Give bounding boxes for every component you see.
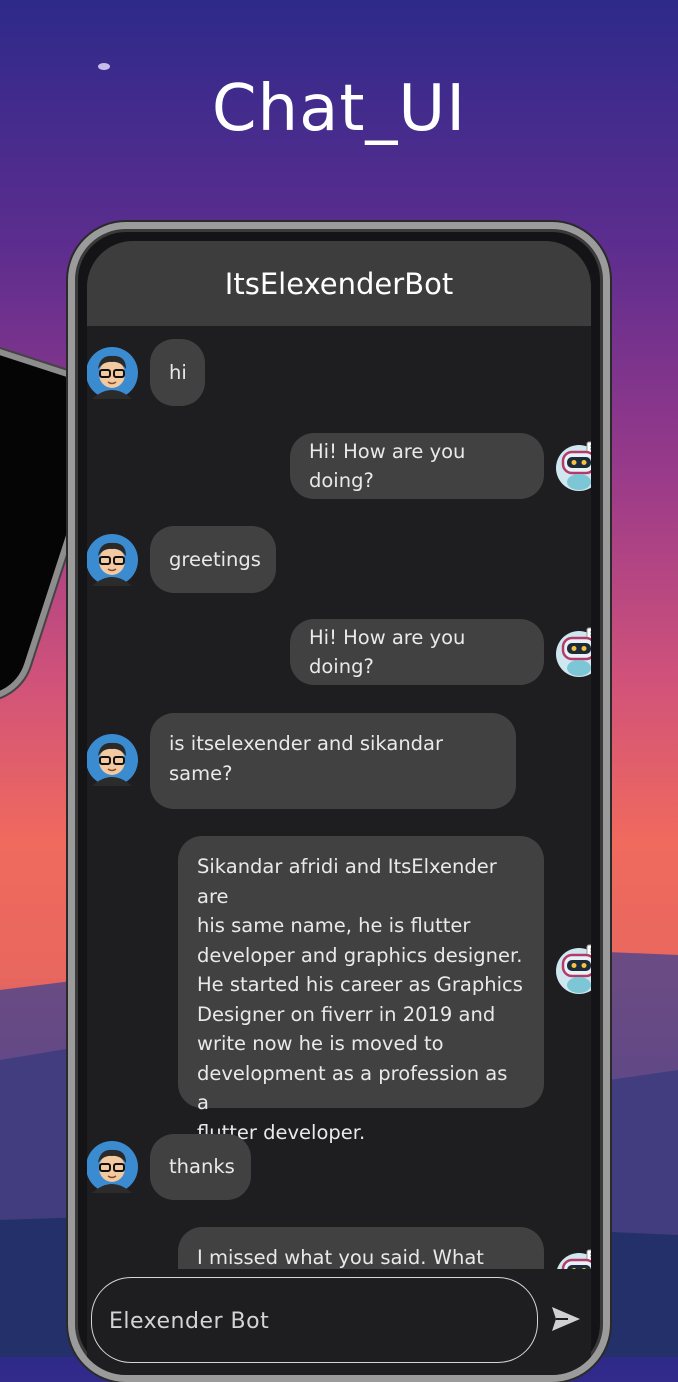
bot-avatar-icon [556, 441, 591, 491]
message-input-container [91, 1277, 538, 1364]
message-input[interactable] [107, 1278, 511, 1364]
message-bubble-user: hi [150, 339, 205, 406]
message-bubble-user: thanks [150, 1134, 251, 1200]
message-bubble-bot: Sikandar afridi and ItsElxender are his … [178, 836, 544, 1144]
bot-avatar-icon [556, 627, 591, 677]
user-avatar-icon [87, 734, 138, 786]
message-list[interactable]: hi Hi! How are you doing? greetings Hi! … [87, 326, 591, 1269]
user-avatar-icon [87, 1141, 138, 1193]
send-icon[interactable] [550, 1305, 582, 1333]
star-decoration [98, 63, 110, 70]
page-title: Chat_UI [211, 72, 467, 146]
app-bar: ItsElexenderBot [87, 241, 591, 326]
phone-frame: ItsElexenderBot hi Hi! How are you doing… [68, 222, 610, 1382]
chat-header-title: ItsElexenderBot [224, 266, 454, 301]
bot-avatar-icon [557, 1249, 591, 1269]
message-bubble-user: is itselexender and sikandar same? [150, 713, 516, 809]
user-avatar-icon [87, 347, 138, 399]
message-bubble-bot: Hi! How are you doing? [290, 433, 544, 499]
message-bubble-bot: I missed what you said. What was [178, 1227, 544, 1269]
chat-screen: ItsElexenderBot hi Hi! How are you doing… [87, 241, 591, 1375]
message-bubble-user: greetings [150, 526, 276, 593]
bot-avatar-icon [556, 944, 591, 994]
user-avatar-icon [87, 534, 138, 586]
message-bubble-bot: Hi! How are you doing? [290, 619, 544, 685]
